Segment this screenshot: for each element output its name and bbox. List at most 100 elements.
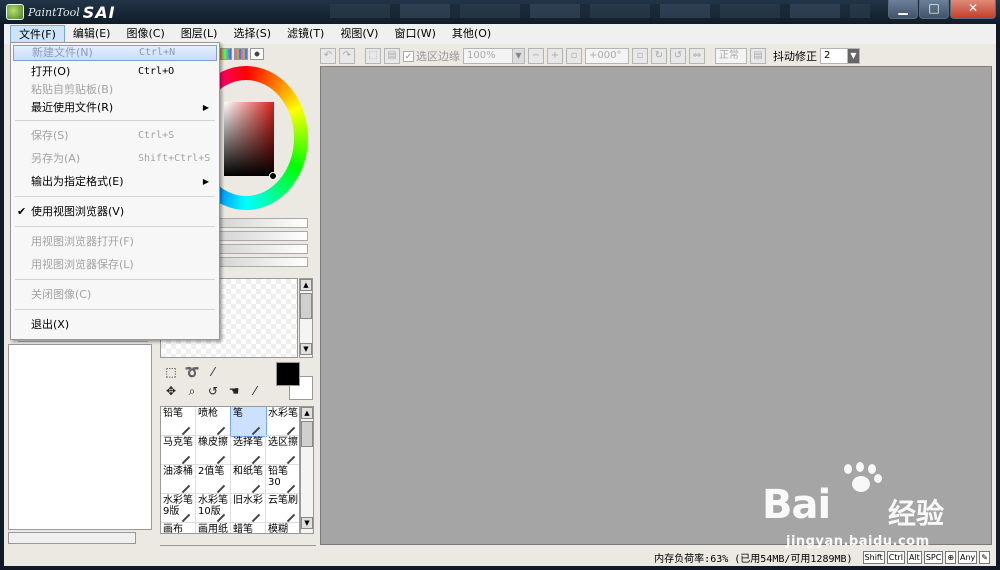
canvas-area[interactable] (320, 66, 992, 545)
close-button[interactable]: ✕ (950, 0, 996, 19)
swatch-scrollbar[interactable]: ▲ ▼ (299, 278, 313, 358)
shortcut-label: Shift+Ctrl+S (138, 153, 211, 164)
eyedropper-icon[interactable]: ⁄ (246, 383, 264, 400)
scroll-up-icon[interactable]: ▲ (301, 407, 313, 419)
menu-item-paste-clipboard[interactable]: 粘贴自剪贴板(B) (13, 81, 217, 99)
zoom-in-icon[interactable]: + (547, 48, 563, 64)
brush-item[interactable]: 画用纸 (196, 523, 231, 533)
brush-item[interactable]: 模糊 (266, 523, 299, 533)
color-slider[interactable] (218, 218, 308, 228)
color-slider[interactable] (218, 244, 308, 254)
rotate-right-icon[interactable]: ↻ (651, 48, 667, 64)
minimize-button[interactable]: ▁ (888, 0, 918, 19)
brush-item[interactable]: 蜡笔 (231, 523, 266, 533)
rotation-field[interactable]: +000° (585, 48, 629, 64)
menu-select[interactable]: 选择(S) (225, 25, 279, 43)
selection-edge-toggle[interactable]: ✓ 选区边缘 (403, 48, 460, 64)
color-panel-modes (218, 48, 264, 60)
menu-item-new-file[interactable]: 新建文件(N) Ctrl+N (13, 45, 217, 61)
menu-window[interactable]: 窗口(W) (386, 25, 443, 43)
brush-item[interactable]: 画布 (161, 523, 196, 533)
tool-grid: ⬚ ➰ ⁄ ✥ ⌕ ↺ ☚ ⁄ (162, 364, 265, 400)
brush-item[interactable]: 云笔刷 (266, 494, 299, 523)
move-icon[interactable]: ✥ (162, 383, 180, 400)
scratchpad-icon[interactable] (250, 48, 264, 60)
rotate-icon[interactable]: ↺ (204, 383, 222, 400)
menu-item-label: 打开(O) (31, 65, 71, 78)
brush-item[interactable]: 喷枪 (196, 407, 231, 436)
scroll-up-icon[interactable]: ▲ (300, 279, 312, 291)
rect-select-icon[interactable]: ⬚ (162, 364, 180, 381)
color-slider[interactable] (218, 231, 308, 241)
scroll-down-icon[interactable]: ▼ (301, 517, 313, 529)
rotate-reset-icon[interactable]: ↺ (670, 48, 686, 64)
stabilizer-value: 2 (824, 50, 831, 61)
zoom-icon[interactable]: ⌕ (183, 383, 201, 400)
magic-wand-icon[interactable]: ⁄ (204, 364, 222, 381)
brush-item[interactable]: 水彩笔10版 (196, 494, 231, 523)
menu-item-recent-files[interactable]: 最近使用文件(R) ▶ (13, 99, 217, 117)
menu-other[interactable]: 其他(O) (444, 25, 499, 43)
blend-mode-value: 正常 (719, 50, 739, 61)
menu-file[interactable]: 文件(F) (10, 25, 65, 43)
undo-icon[interactable]: ↶ (320, 48, 336, 64)
brush-item[interactable]: 选区擦 (266, 436, 299, 465)
brush-item[interactable]: 2值笔 (196, 465, 231, 494)
redo-icon[interactable]: ↷ (339, 48, 355, 64)
brush-item[interactable]: 油漆桶 (161, 465, 196, 494)
brush-item[interactable]: 旧水彩 (231, 494, 266, 523)
color-slider[interactable] (218, 257, 308, 267)
rotate-left-icon[interactable]: ▫ (632, 48, 648, 64)
zoom-select[interactable]: 100% ▼ (463, 48, 525, 64)
menu-item-open[interactable]: 打开(O) Ctrl+O (13, 63, 217, 81)
brush-item[interactable]: 铅笔30 (266, 465, 299, 494)
menu-separator (15, 196, 215, 197)
blend-mode-select[interactable]: 正常 (715, 48, 747, 64)
rgb-slider-icon[interactable] (218, 48, 232, 60)
brush-item[interactable]: 橡皮擦 (196, 436, 231, 465)
deselect-icon[interactable]: ⬚ (365, 48, 381, 64)
maximize-button[interactable]: □ (919, 0, 949, 19)
menu-item-save[interactable]: 保存(S) Ctrl+S (13, 124, 217, 147)
color-grid-icon[interactable] (234, 48, 248, 60)
brush-item[interactable]: 笔 (230, 407, 267, 437)
brush-item[interactable]: 选择笔 (231, 436, 266, 465)
brush-item[interactable]: 马克笔 (161, 436, 196, 465)
menu-edit[interactable]: 编辑(E) (65, 25, 119, 43)
brush-item[interactable]: 水彩笔9版 (161, 494, 196, 523)
layer-list[interactable] (8, 344, 152, 530)
blend-option-icon[interactable]: ▤ (750, 48, 766, 64)
menu-item-use-viewer[interactable]: ✔ 使用视图浏览器(V) (13, 200, 217, 223)
brush-item[interactable]: 水彩笔 (266, 407, 299, 436)
menu-item-save-as[interactable]: 另存为(A) Shift+Ctrl+S (13, 147, 217, 170)
invert-select-icon[interactable]: ▤ (384, 48, 400, 64)
zoom-reset-icon[interactable]: ▫ (566, 48, 582, 64)
hand-icon[interactable]: ☚ (225, 383, 243, 400)
brush-item[interactable]: 和纸笔 (231, 465, 266, 494)
flip-icon[interactable]: ⇔ (689, 48, 705, 64)
menu-item-export[interactable]: 输出为指定格式(E) ▶ (13, 170, 217, 193)
menu-item-close-image[interactable]: 关闭图像(C) (13, 283, 217, 306)
foreground-color[interactable] (276, 362, 300, 386)
checkmark-icon: ✔ (17, 205, 27, 218)
scroll-down-icon[interactable]: ▼ (300, 343, 312, 355)
scroll-thumb[interactable] (301, 421, 313, 447)
scroll-thumb[interactable] (300, 293, 312, 319)
layer-hscrollbar[interactable] (8, 532, 136, 544)
menu-image[interactable]: 图像(C) (118, 25, 172, 43)
stabilizer-select[interactable]: 2 ▼ (820, 48, 860, 64)
lasso-icon[interactable]: ➰ (183, 364, 201, 381)
shortcut-label: Ctrl+N (139, 47, 176, 58)
checkbox[interactable]: ✓ (403, 50, 414, 62)
menu-filter[interactable]: 滤镜(T) (279, 25, 332, 43)
saturation-value-square[interactable] (224, 102, 274, 176)
brush-scrollbar[interactable]: ▲ ▼ (300, 406, 314, 534)
brush-item[interactable]: 铅笔 (161, 407, 196, 436)
zoom-out-icon[interactable]: − (528, 48, 544, 64)
menu-view[interactable]: 视图(V) (332, 25, 386, 43)
menu-layer[interactable]: 图层(L) (173, 25, 226, 43)
menu-item-viewer-open[interactable]: 用视图浏览器打开(F) (13, 230, 217, 253)
menu-item-viewer-save[interactable]: 用视图浏览器保存(L) (13, 253, 217, 276)
menu-item-exit[interactable]: 退出(X) (13, 313, 217, 336)
color-picker-handle[interactable] (269, 172, 277, 180)
